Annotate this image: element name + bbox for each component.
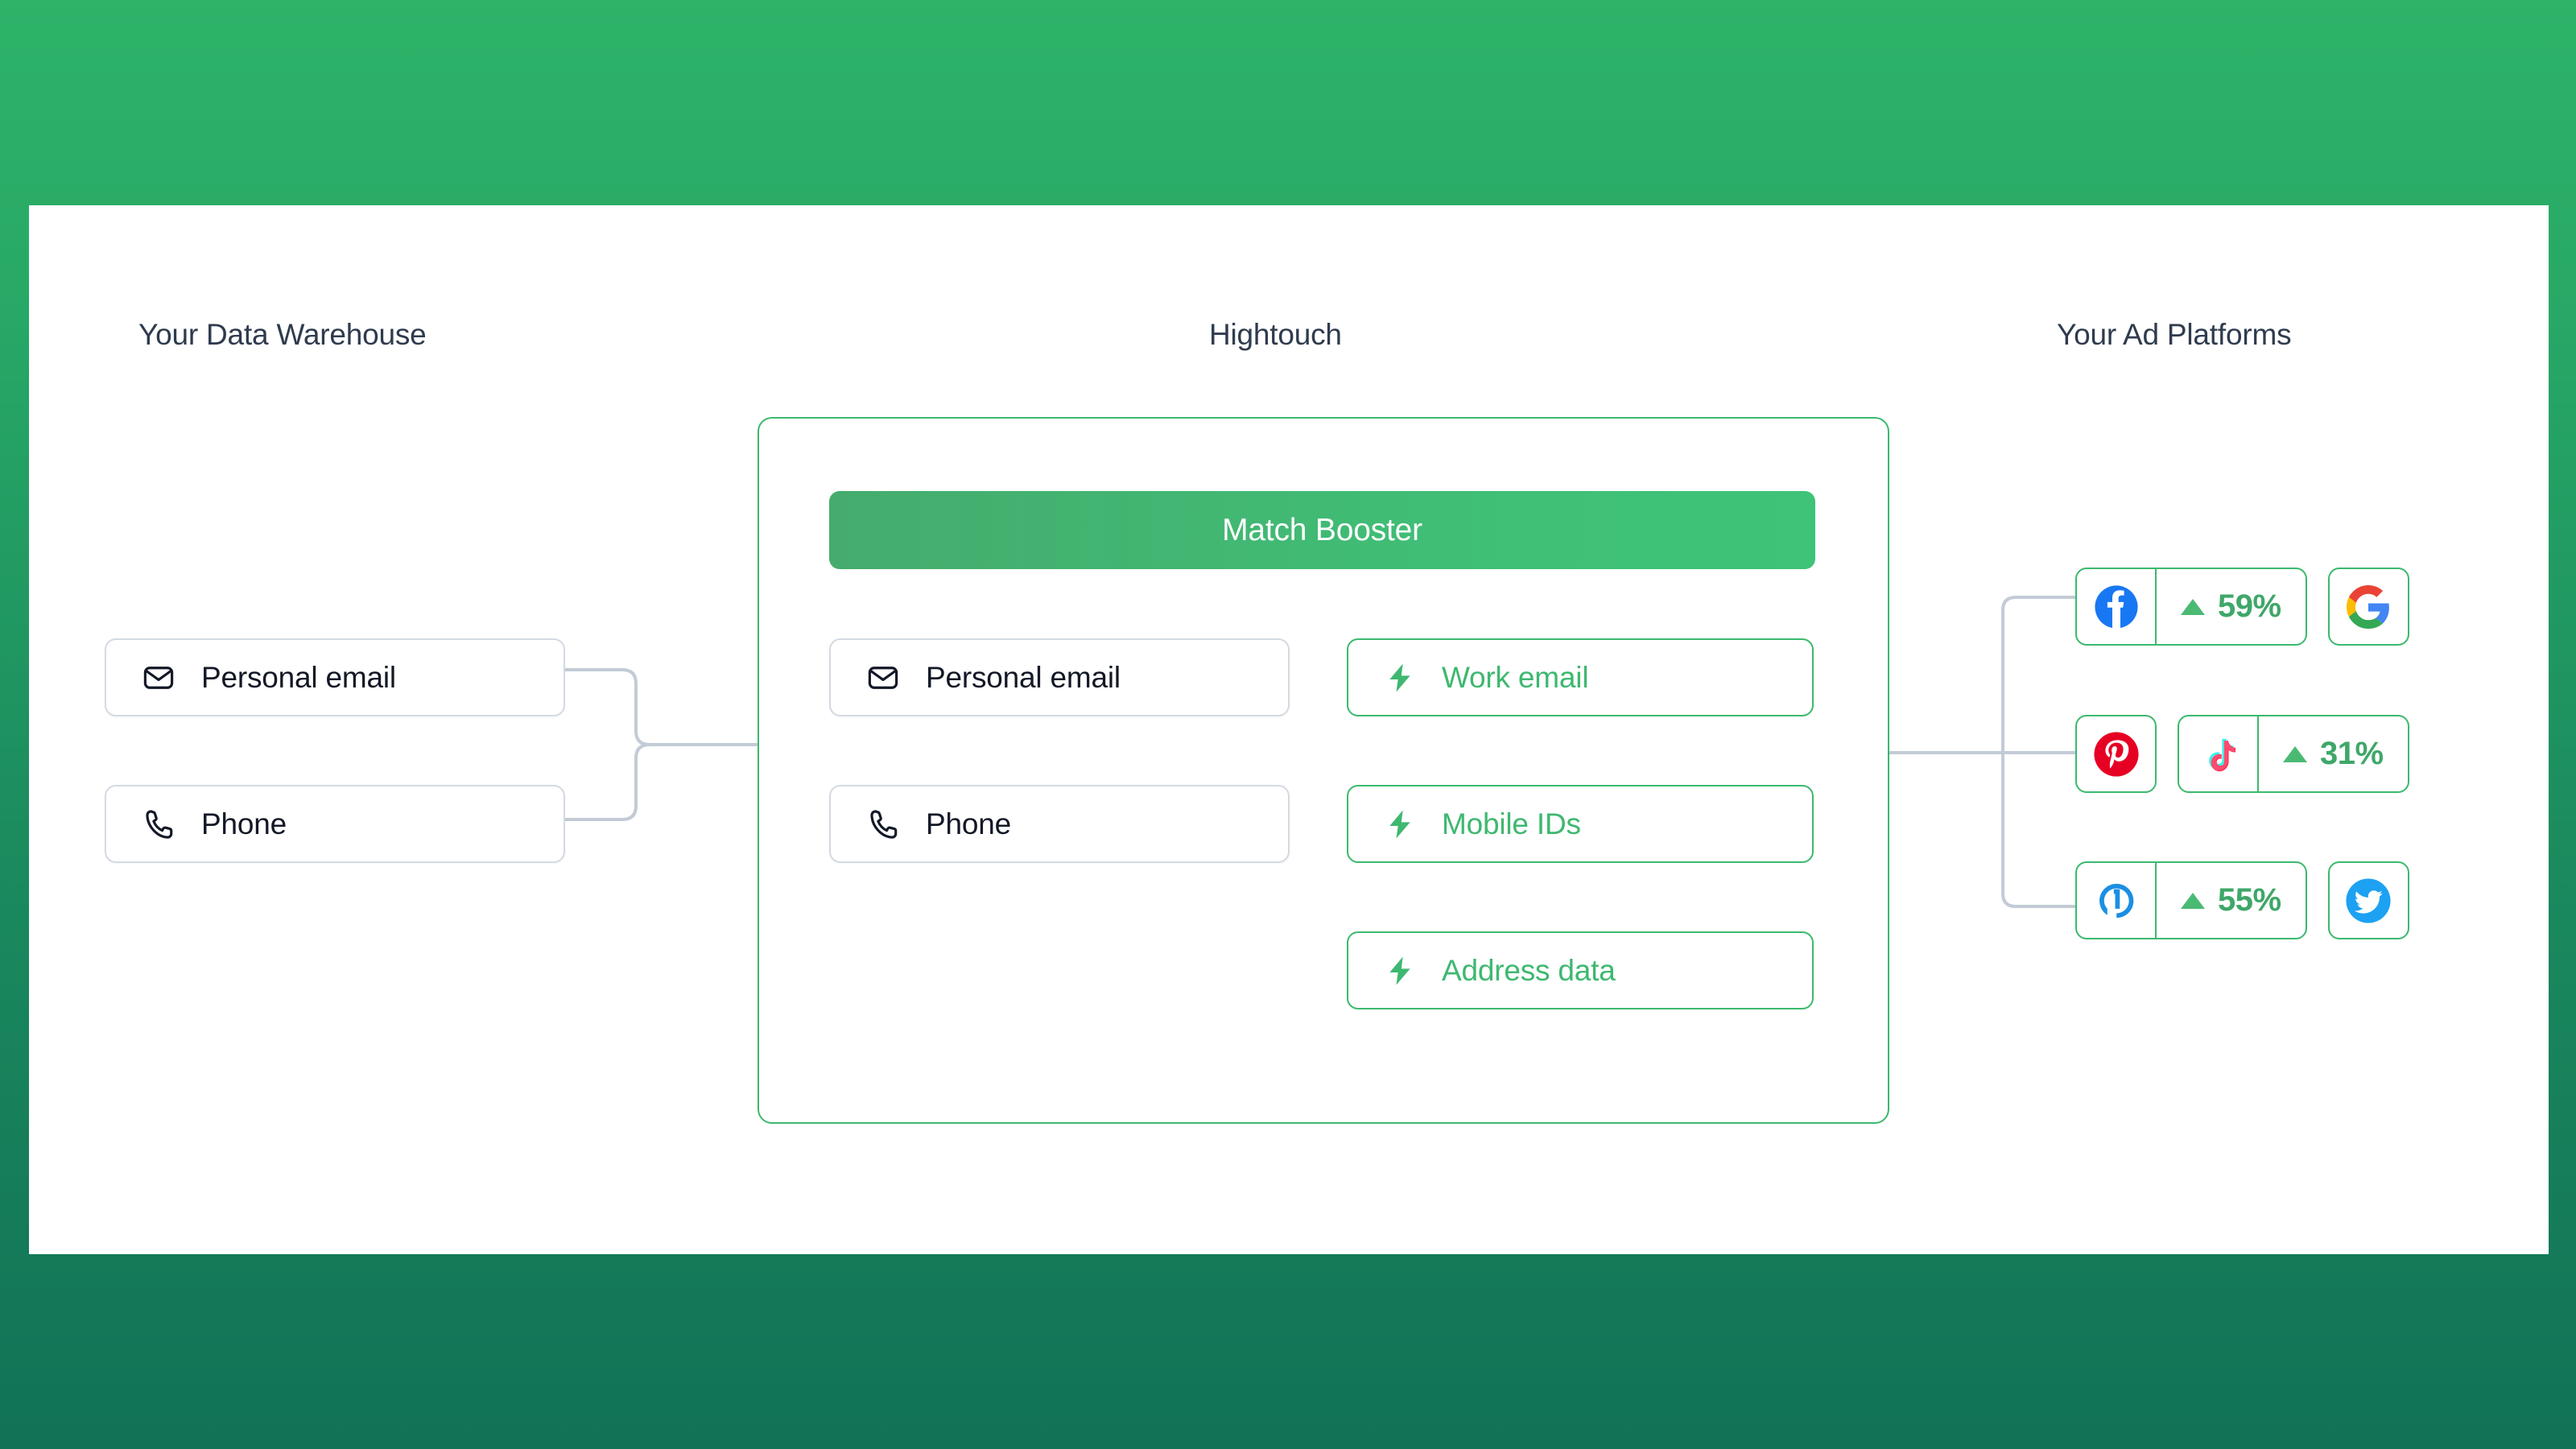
platform-badge-facebook[interactable]: 59%: [2075, 568, 2307, 646]
ad-platform-row-1: 59%: [2075, 568, 2409, 646]
match-booster-label: Match Booster: [1222, 512, 1422, 547]
warehouse-identifier-phone[interactable]: Phone: [105, 785, 565, 863]
pinterest-icon: [2077, 716, 2155, 791]
ad-platform-row-2: 31%: [2075, 715, 2409, 793]
hightouch-enriched-work-email[interactable]: Work email: [1347, 638, 1814, 716]
identifier-label: Address data: [1442, 953, 1616, 987]
stat-value: 55%: [2218, 882, 2281, 918]
stat-value: 59%: [2218, 588, 2281, 624]
lightning-bolt-icon: [1384, 955, 1416, 987]
lightning-bolt-icon: [1384, 808, 1416, 840]
facebook-icon: [2077, 569, 2155, 644]
column-heading-hightouch: Hightouch: [1209, 318, 1342, 351]
platform-stat-trade-desk: 55%: [2157, 863, 2306, 938]
identifier-label: Personal email: [201, 660, 396, 694]
match-booster-banner[interactable]: Match Booster: [829, 491, 1815, 569]
google-icon: [2330, 569, 2408, 644]
platform-stat-tiktok: 31%: [2259, 716, 2408, 791]
trade-desk-icon: [2077, 863, 2155, 938]
column-heading-warehouse: Your Data Warehouse: [138, 318, 427, 351]
hightouch-input-personal-email[interactable]: Personal email: [829, 638, 1290, 716]
platform-stat-facebook: 59%: [2157, 569, 2306, 644]
platform-badge-tiktok[interactable]: 31%: [2178, 715, 2409, 793]
ad-platform-row-3: 55%: [2075, 861, 2409, 939]
stat-value: 31%: [2320, 736, 2384, 771]
phone-icon: [866, 807, 900, 841]
platform-badge-google[interactable]: [2327, 568, 2409, 646]
tiktok-icon: [2179, 716, 2257, 791]
twitter-icon: [2330, 863, 2408, 938]
platform-badge-pinterest[interactable]: [2075, 715, 2157, 793]
phone-icon: [142, 807, 175, 841]
envelope-icon: [866, 661, 900, 695]
platform-badge-trade-desk[interactable]: 55%: [2075, 861, 2307, 939]
envelope-icon: [142, 661, 175, 695]
hightouch-enriched-mobile-ids[interactable]: Mobile IDs: [1347, 785, 1814, 863]
platform-badge-twitter[interactable]: [2327, 861, 2409, 939]
column-heading-ad-platforms: Your Ad Platforms: [2057, 318, 2292, 351]
trend-up-arrow-icon: [2181, 598, 2205, 615]
hightouch-input-phone[interactable]: Phone: [829, 785, 1290, 863]
identifier-label: Phone: [926, 807, 1011, 840]
warehouse-identifier-personal-email[interactable]: Personal email: [105, 638, 565, 716]
identifier-label: Work email: [1442, 660, 1589, 694]
trend-up-arrow-icon: [2283, 745, 2307, 762]
trend-up-arrow-icon: [2181, 892, 2205, 909]
hightouch-enriched-address-data[interactable]: Address data: [1347, 931, 1814, 1009]
identifier-label: Mobile IDs: [1442, 807, 1581, 840]
identifier-label: Personal email: [926, 660, 1121, 694]
lightning-bolt-icon: [1384, 662, 1416, 694]
identifier-label: Phone: [201, 807, 287, 840]
